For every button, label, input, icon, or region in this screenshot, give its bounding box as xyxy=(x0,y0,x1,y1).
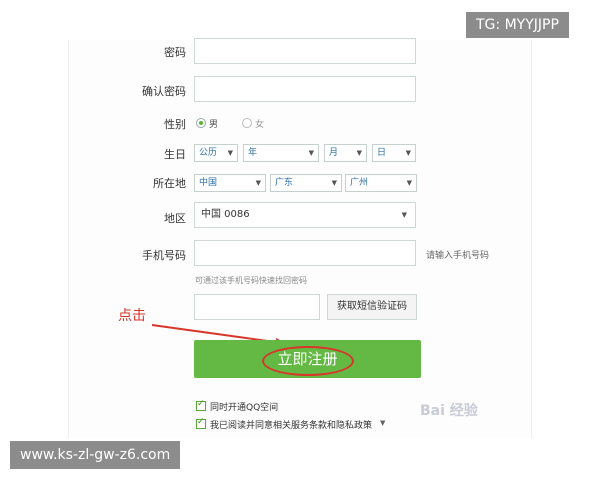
annotation-arrow xyxy=(151,324,288,348)
agree-checkbox-label: 我已阅读并同意相关服务条款和隐私政策 xyxy=(210,421,373,431)
qzone-checkbox[interactable] xyxy=(196,399,206,411)
top-right-watermark: TG: MYYJJPP xyxy=(466,12,569,38)
bottom-left-watermark: www.ks-zl-gw-z6.com xyxy=(10,441,181,469)
chevron-down-icon[interactable]: ▼ xyxy=(380,419,385,427)
qzone-checkbox-label: 同时开通QQ空间 xyxy=(210,403,279,413)
agree-checkbox[interactable] xyxy=(196,417,206,429)
highlight-circle xyxy=(262,346,354,376)
baidu-watermark: Bai 经验 xyxy=(420,403,478,419)
